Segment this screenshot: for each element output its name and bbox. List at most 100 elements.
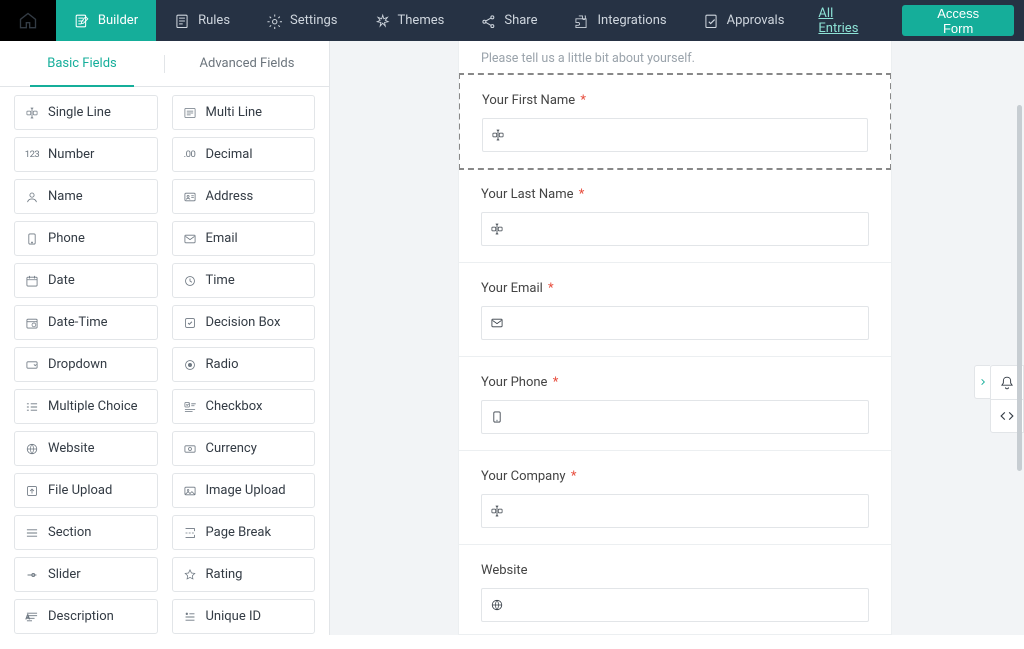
form-field-email[interactable]: Your Email * <box>459 263 891 357</box>
field-tile-slider[interactable]: Slider <box>14 557 158 592</box>
form-card: Please tell us a little bit about yourse… <box>458 41 892 635</box>
input-company[interactable] <box>481 494 869 528</box>
field-tile-unique-id[interactable]: Unique ID <box>172 599 316 634</box>
field-tile-label: Email <box>206 231 238 246</box>
nav-label: Themes <box>398 13 445 28</box>
nav-home[interactable] <box>0 0 56 41</box>
tab-advanced-fields[interactable]: Advanced Fields <box>165 41 329 86</box>
text-cursor-icon <box>25 106 39 120</box>
code-icon <box>999 408 1015 424</box>
form-field-company[interactable]: Your Company * <box>459 451 891 545</box>
bell-icon <box>999 375 1015 391</box>
required-asterisk: * <box>579 187 585 202</box>
field-tile-single-line[interactable]: Single Line <box>14 95 158 130</box>
field-label: Your First Name * <box>482 93 868 108</box>
nav-builder[interactable]: Builder <box>56 0 156 41</box>
scrollbar[interactable] <box>1017 105 1022 471</box>
rail-toggle[interactable] <box>974 365 990 399</box>
globe-icon <box>25 442 39 456</box>
nav-share[interactable]: Share <box>462 0 555 41</box>
field-tile-dropdown[interactable]: Dropdown <box>14 347 158 382</box>
themes-icon <box>374 13 390 29</box>
input-email[interactable] <box>481 306 869 340</box>
radio-icon <box>183 358 197 372</box>
imgup-icon <box>183 484 197 498</box>
field-tile-address[interactable]: Address <box>172 179 316 214</box>
mail-icon <box>490 316 504 330</box>
field-tile-rating[interactable]: Rating <box>172 557 316 592</box>
input-website[interactable] <box>481 588 869 622</box>
uid-icon <box>183 610 197 624</box>
chevron-right-icon <box>978 377 988 387</box>
star-icon <box>183 568 197 582</box>
field-tile-decision[interactable]: Decision Box <box>172 305 316 340</box>
required-asterisk: * <box>548 281 554 296</box>
field-tile-date-time[interactable]: Date-Time <box>14 305 158 340</box>
form-field-last-name[interactable]: Your Last Name * <box>459 169 891 263</box>
field-tile-currency[interactable]: Currency <box>172 431 316 466</box>
field-tile-label: Date <box>48 273 75 288</box>
field-tile-radio[interactable]: Radio <box>172 347 316 382</box>
field-tile-label: Radio <box>206 357 239 372</box>
field-tile-multi-line[interactable]: Multi Line <box>172 95 316 130</box>
field-tile-label: Checkbox <box>206 399 263 414</box>
field-tile-phone[interactable]: Phone <box>14 221 158 256</box>
input-phone[interactable] <box>481 400 869 434</box>
field-tile-checkbox[interactable]: Checkbox <box>172 389 316 424</box>
field-label: Your Phone * <box>481 375 869 390</box>
nav-approvals[interactable]: Approvals <box>685 0 803 41</box>
access-form-button[interactable]: Access Form <box>902 5 1014 36</box>
field-tile-website[interactable]: Website <box>14 431 158 466</box>
field-tile-label: Slider <box>48 567 81 582</box>
field-tile-file-upload[interactable]: File Upload <box>14 473 158 508</box>
field-tile-label: Phone <box>48 231 85 246</box>
input-first-name[interactable] <box>482 118 868 152</box>
currency-icon <box>183 442 197 456</box>
field-tile-image-upload[interactable]: Image Upload <box>172 473 316 508</box>
text-cursor-icon <box>490 222 504 236</box>
field-tile-multi-choice[interactable]: Multiple Choice <box>14 389 158 424</box>
number-icon: 123 <box>25 148 39 162</box>
field-tile-label: Image Upload <box>206 483 286 498</box>
field-tile-section[interactable]: Section <box>14 515 158 550</box>
checkbox-icon <box>183 316 197 330</box>
field-tile-number[interactable]: 123 Number <box>14 137 158 172</box>
field-tile-label: Decimal <box>206 147 253 162</box>
phone-icon <box>25 232 39 246</box>
input-last-name[interactable] <box>481 212 869 246</box>
calendar-icon <box>25 274 39 288</box>
mail-icon <box>183 232 197 246</box>
field-tile-label: Name <box>48 189 83 204</box>
upload-icon <box>25 484 39 498</box>
required-asterisk: * <box>571 469 577 484</box>
form-field-first-name[interactable]: Your First Name * <box>458 73 892 170</box>
nav-themes[interactable]: Themes <box>356 0 463 41</box>
field-tile-label: Rating <box>206 567 243 582</box>
form-field-website[interactable]: Website <box>459 545 891 635</box>
all-entries-link[interactable]: All Entries <box>802 0 892 41</box>
form-field-phone[interactable]: Your Phone * <box>459 357 891 451</box>
field-tile-label: Multiple Choice <box>48 399 138 414</box>
field-tile-description[interactable]: Description <box>14 599 158 634</box>
tab-basic-fields[interactable]: Basic Fields <box>0 41 164 86</box>
nav-label: Share <box>504 13 537 28</box>
field-tile-label: Description <box>48 609 114 624</box>
required-asterisk: * <box>580 93 586 108</box>
nav-rules[interactable]: Rules <box>156 0 248 41</box>
nav-settings[interactable]: Settings <box>248 0 355 41</box>
field-label: Website <box>481 563 869 578</box>
field-tile-date[interactable]: Date <box>14 263 158 298</box>
nav-label: Approvals <box>727 13 785 28</box>
field-tile-label: Number <box>48 147 94 162</box>
field-tile-email[interactable]: Email <box>172 221 316 256</box>
desc-icon <box>25 610 39 624</box>
field-label: Your Email * <box>481 281 869 296</box>
field-tile-decimal[interactable]: .00Decimal <box>172 137 316 172</box>
field-tile-time[interactable]: Time <box>172 263 316 298</box>
share-icon <box>480 13 496 29</box>
nav-integrations[interactable]: Integrations <box>555 0 684 41</box>
field-tile-name[interactable]: Name <box>14 179 158 214</box>
nav-label: Integrations <box>597 13 666 28</box>
text-cursor-icon <box>490 504 504 518</box>
field-tile-page-break[interactable]: Page Break <box>172 515 316 550</box>
